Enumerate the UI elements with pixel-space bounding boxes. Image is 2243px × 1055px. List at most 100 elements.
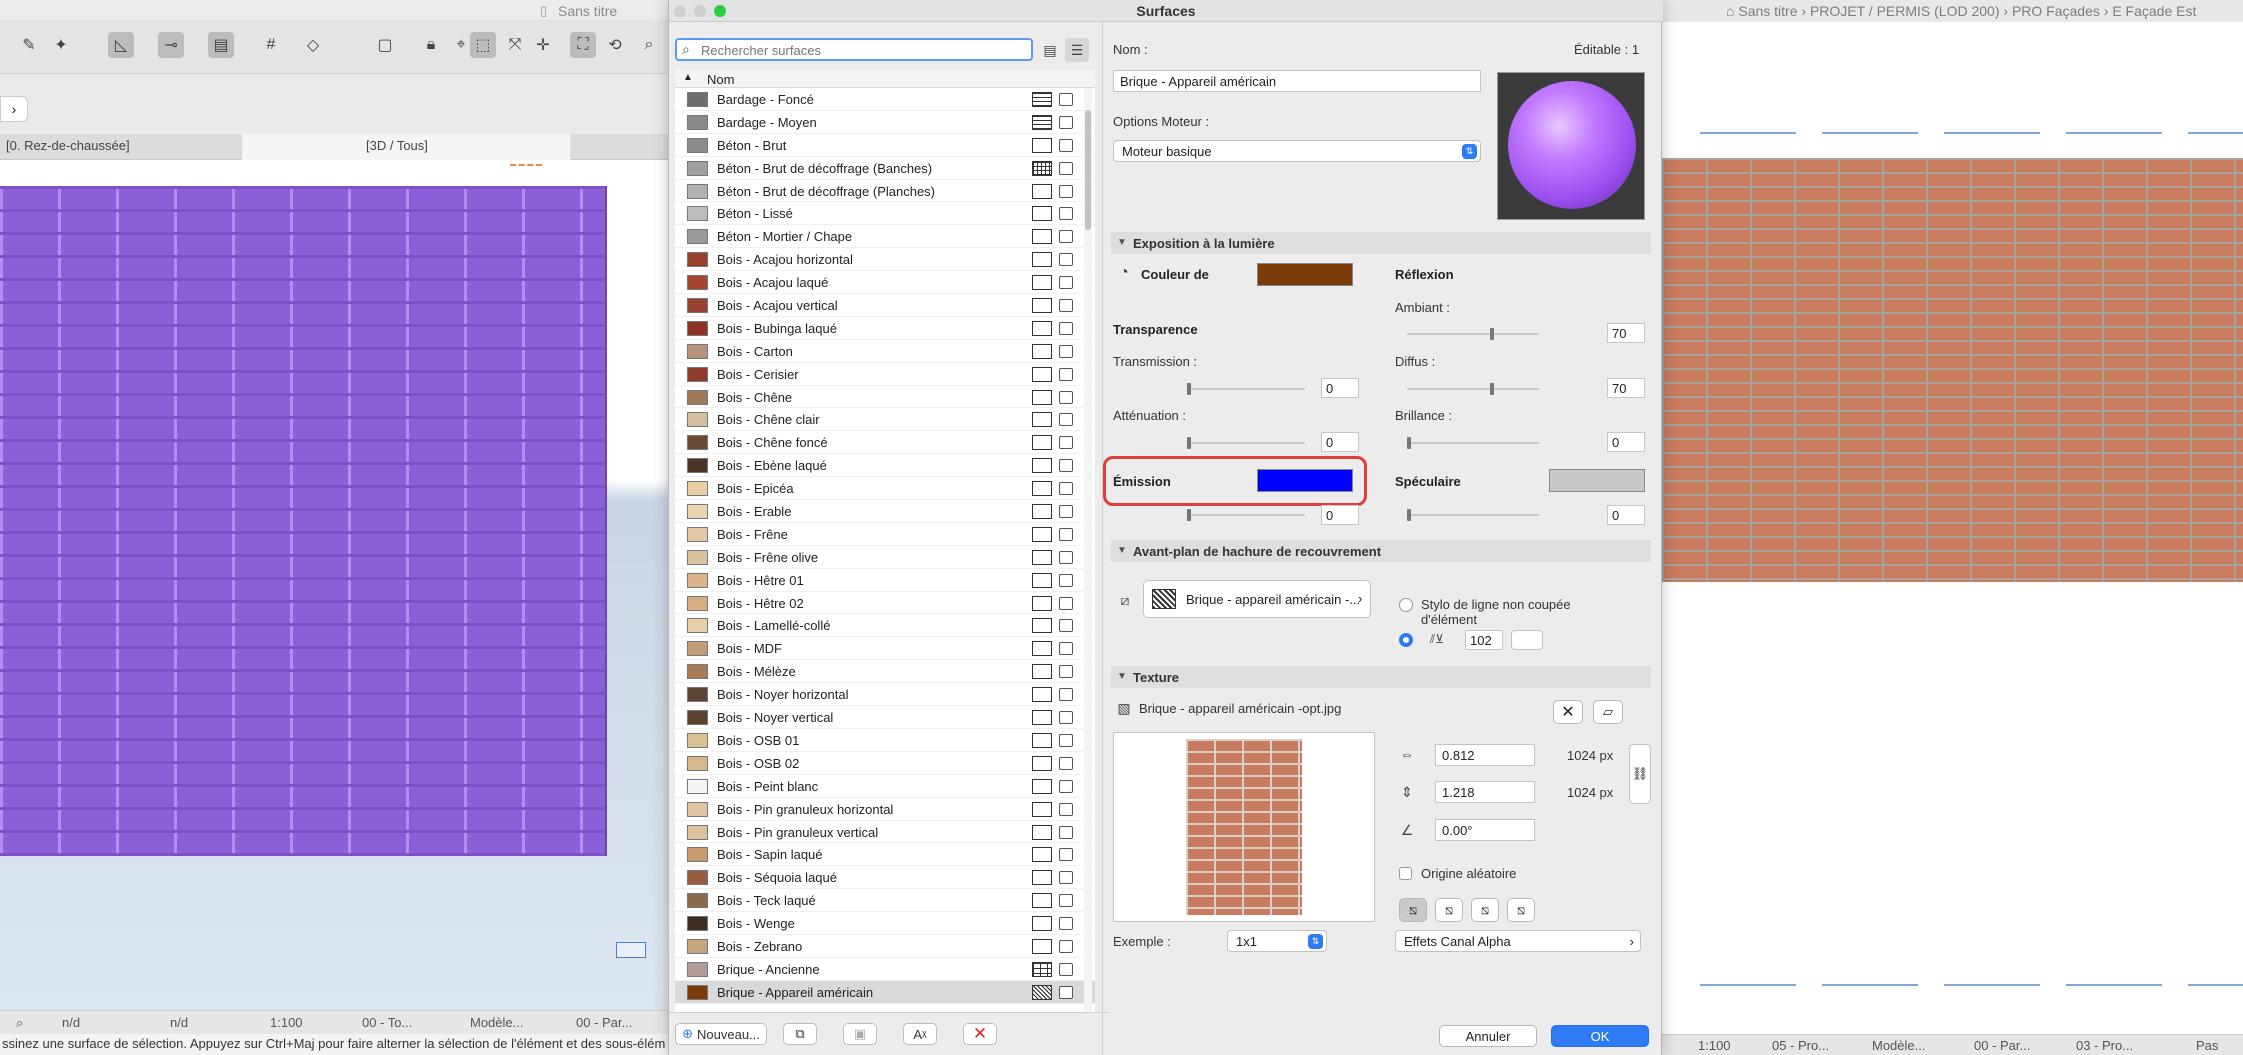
status-scale-right[interactable]: 1:100 [1698, 1038, 1731, 1053]
delete-button[interactable]: ✕ [963, 1023, 997, 1045]
attenuation-slider[interactable] [1187, 436, 1305, 450]
geometry-tool-icon[interactable]: ◺ [108, 32, 134, 58]
mirror-x-button[interactable]: ⧅ [1435, 898, 1463, 922]
diffuse-value[interactable]: 70 [1607, 378, 1645, 398]
image-icon[interactable] [1059, 871, 1073, 885]
texture-height-field[interactable]: 1.218 [1435, 781, 1535, 803]
cancel-button[interactable]: Annuler [1439, 1025, 1537, 1047]
surface-row[interactable]: Bois - Peint blanc [675, 775, 1095, 798]
image-icon[interactable] [1059, 573, 1073, 587]
specular-value[interactable]: 0 [1607, 505, 1645, 525]
specular-color-swatch[interactable] [1549, 469, 1645, 492]
image-icon[interactable] [1059, 230, 1073, 244]
mirror-y-button[interactable]: ⧅ [1471, 898, 1499, 922]
status-model[interactable]: Modèle... [470, 1015, 523, 1030]
emission-knob[interactable] [1187, 509, 1191, 521]
scrollbar-thumb[interactable] [1085, 110, 1091, 230]
surface-row[interactable]: Bois - Zebrano [675, 935, 1095, 958]
surface-row[interactable]: Bois - Chêne [675, 386, 1095, 409]
status-model-right[interactable]: Modèle... [1872, 1038, 1925, 1053]
image-icon[interactable] [1059, 482, 1073, 496]
surface-row[interactable]: Bois - Noyer vertical [675, 706, 1095, 729]
image-icon[interactable] [1059, 527, 1073, 541]
color-picker-icon[interactable]: ◔ [1113, 262, 1135, 284]
navigator-icon[interactable]: ⌕ [636, 32, 662, 58]
random-origin-checkbox[interactable] [1399, 867, 1412, 880]
surface-row[interactable]: Bois - Teck laqué [675, 889, 1095, 913]
status-view-right[interactable]: 03 - Pro... [2076, 1038, 2133, 1053]
diffuse-knob[interactable] [1490, 383, 1495, 395]
surface-row[interactable]: Brique - Appareil américain [675, 980, 1095, 1004]
surface-row[interactable]: Bardage - Moyen [675, 111, 1095, 134]
surface-row[interactable]: Bardage - Foncé [675, 88, 1095, 111]
extend-icon[interactable]: ⤧ [502, 32, 528, 58]
image-icon[interactable] [1059, 390, 1073, 404]
surface-row[interactable]: Bois - Acajou laqué [675, 271, 1095, 295]
status-layer-right[interactable]: 05 - Pro... [1772, 1038, 1829, 1053]
status-scale[interactable]: 1:100 [270, 1015, 303, 1030]
texture-section-header[interactable]: ▼ Texture [1111, 666, 1651, 688]
rename-button[interactable]: Aᵡ [903, 1023, 937, 1045]
image-icon[interactable] [1059, 962, 1073, 976]
alpha-effects-button[interactable]: Effets Canal Alpha › [1395, 930, 1641, 952]
surface-row[interactable]: Bois - OSB 02 [675, 752, 1095, 775]
uncut-line-radio[interactable] [1399, 598, 1413, 612]
exposure-section-header[interactable]: ▼ Exposition à la lumière [1111, 232, 1651, 254]
surface-row[interactable]: Bois - Pin granuleux horizontal [675, 798, 1095, 821]
sort-ascending-icon[interactable]: ▲ [683, 72, 693, 83]
image-icon[interactable] [1059, 161, 1073, 175]
surface-row[interactable]: Bois - Lamellé-collé [675, 614, 1095, 638]
surface-row[interactable]: Bois - Epicéa [675, 477, 1095, 501]
surface-row[interactable]: Bois - Acajou horizontal [675, 248, 1095, 272]
magic-wand-icon[interactable]: ✦ [48, 32, 74, 58]
specular-slider[interactable] [1407, 508, 1539, 522]
hatch-section-header[interactable]: ▼ Avant-plan de hachure de recouvrement [1111, 540, 1651, 562]
status-layer[interactable]: 00 - To... [362, 1015, 412, 1030]
image-icon[interactable] [1059, 825, 1073, 839]
folder-list-icon[interactable]: ▤ [1039, 40, 1061, 60]
surface-row[interactable]: Béton - Lissé [675, 202, 1095, 226]
surface-row[interactable]: Bois - Mélèze [675, 660, 1095, 684]
surface-row[interactable]: Béton - Brut de décoffrage (Planches) [675, 180, 1095, 203]
image-icon[interactable] [1059, 939, 1073, 953]
emission-slider[interactable] [1187, 508, 1305, 522]
search-input[interactable] [701, 42, 1021, 58]
surface-row[interactable]: Bois - Chêne foncé [675, 431, 1095, 455]
plane-icon[interactable]: ◇ [300, 32, 326, 58]
color-swatch[interactable] [1257, 263, 1353, 286]
brilliance-knob[interactable] [1407, 437, 1411, 449]
mirror-none-button[interactable]: ⧅ [1399, 898, 1427, 922]
surface-row[interactable]: Bois - Acajou vertical [675, 294, 1095, 317]
image-icon[interactable] [1059, 93, 1073, 106]
column-name-header[interactable]: Nom [707, 72, 734, 87]
texture-width-field[interactable]: 0.812 [1435, 744, 1535, 766]
surface-row[interactable]: Brique - Ancienne [675, 958, 1095, 981]
image-icon[interactable] [1059, 596, 1073, 610]
pen-number-field[interactable]: 102 [1465, 630, 1503, 650]
image-icon[interactable] [1059, 779, 1073, 793]
diffuse-slider[interactable] [1407, 382, 1539, 396]
marquee-icon[interactable]: ⛶ [570, 32, 596, 58]
tab-floor-plan[interactable]: [0. Rez-de-chaussée] [6, 138, 130, 153]
image-icon[interactable] [1059, 253, 1073, 267]
surface-row[interactable]: Bois - Wenge [675, 912, 1095, 935]
texture-preview[interactable] [1113, 732, 1375, 922]
pen-color-swatch[interactable] [1511, 630, 1543, 650]
surface-row[interactable]: Bois - MDF [675, 637, 1095, 661]
image-icon[interactable] [1059, 756, 1073, 770]
image-icon[interactable] [1059, 321, 1073, 335]
hatch-select[interactable]: Brique - appareil américain -... › [1143, 580, 1371, 618]
emission-value[interactable]: 0 [1321, 505, 1359, 525]
image-icon[interactable] [1059, 115, 1073, 129]
image-icon[interactable] [1059, 665, 1073, 679]
example-select[interactable]: 1x1 ⇅ [1227, 930, 1327, 952]
status-partial[interactable]: 00 - Par... [576, 1015, 632, 1030]
surface-row[interactable]: Bois - Séquoia laqué [675, 866, 1095, 890]
remove-texture-button[interactable]: ✕ [1553, 700, 1583, 724]
surface-row[interactable]: Bois - Sapin laqué [675, 843, 1095, 867]
import-button[interactable]: ▣ [843, 1023, 877, 1045]
surface-row[interactable]: Bois - Ebène laqué [675, 454, 1095, 478]
red-brick-facade[interactable] [1662, 158, 2243, 582]
ambient-knob[interactable] [1490, 328, 1495, 340]
image-icon[interactable] [1059, 299, 1073, 313]
